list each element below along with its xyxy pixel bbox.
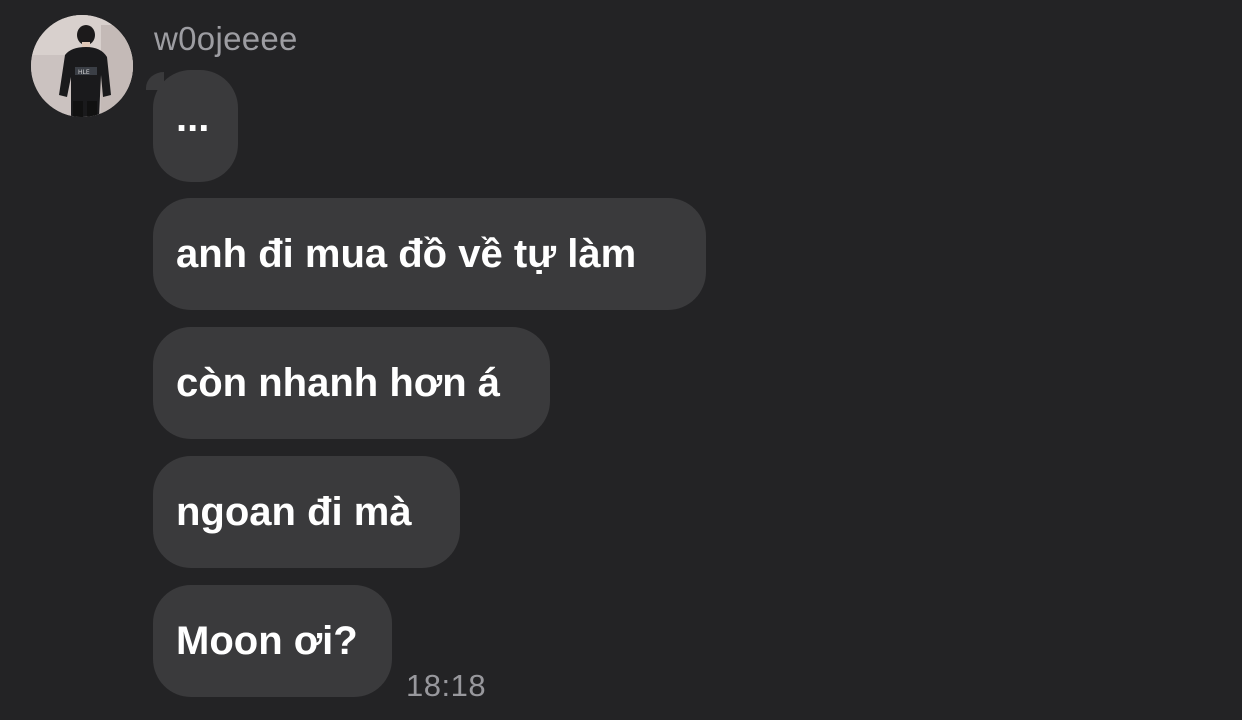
message-text: ... (176, 95, 210, 140)
avatar-photo: HLE (31, 15, 133, 117)
svg-text:HLE: HLE (78, 69, 90, 76)
message-bubble[interactable]: ngoan đi mà (153, 456, 460, 568)
message-text: Moon ơi? (176, 618, 358, 663)
message-bubble[interactable]: anh đi mua đồ về tự làm (153, 198, 706, 310)
message-bubble[interactable]: Moon ơi? (153, 585, 392, 697)
sender-avatar[interactable]: HLE (31, 15, 133, 117)
message-bubble[interactable]: còn nhanh hơn á (153, 327, 550, 439)
message-text: anh đi mua đồ về tự làm (176, 231, 637, 276)
sender-name: w0ojeeee (154, 20, 298, 57)
message-text: ngoan đi mà (176, 489, 412, 534)
message-timestamp: 18:18 (406, 668, 487, 703)
message-text: còn nhanh hơn á (176, 360, 500, 405)
message-bubble[interactable]: ... (153, 70, 238, 182)
